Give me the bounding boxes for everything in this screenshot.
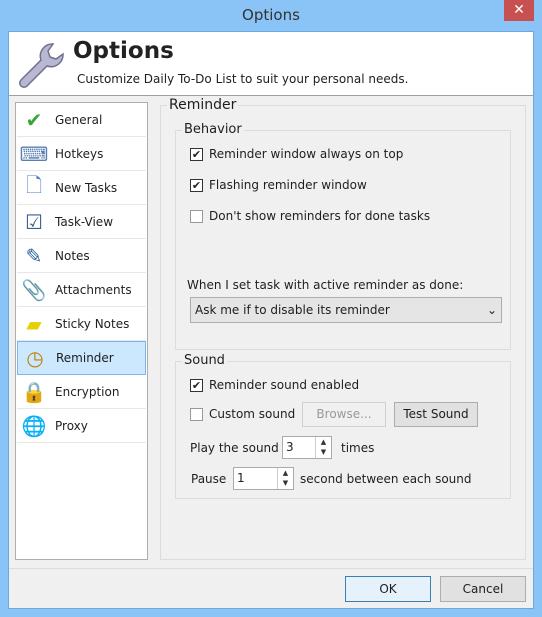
test-sound-button[interactable]: Test Sound [394,402,478,427]
pause-unit: second between each sound [300,472,472,486]
dialog-client: Options Customize Daily To-Do List to su… [8,31,534,609]
done-action-value: Ask me if to disable its reminder [195,303,390,317]
close-button[interactable]: ✕ [504,0,534,21]
globe-icon: 🌐 [21,413,47,438]
lock-icon: 🔒 [21,379,47,404]
custom-sound-checkbox[interactable]: Custom sound [190,407,295,421]
sidebar-item-new-tasks[interactable]: 🗋 New Tasks [17,171,146,205]
checkbox-box[interactable] [190,209,203,223]
play-unit: times [341,441,375,455]
sidebar-item-label: New Tasks [55,180,118,195]
pause-label: Pause [191,472,227,486]
footer: OK Cancel [9,568,533,609]
behavior-option-checkbox[interactable]: Don't show reminders for done tasks [190,209,430,223]
sidebar-item-proxy[interactable]: 🌐 Proxy [17,409,146,443]
notes-icon: ✎ [25,243,43,268]
panel-title: Reminder [167,97,239,113]
checkbox-label: Reminder sound enabled [209,378,360,392]
play-count-value[interactable]: 3 [283,437,315,458]
sidebar-item-label: Encryption [55,384,120,399]
task-view-icon: ☑ [25,209,43,234]
behavior-option-checkbox[interactable]: ✔ Reminder window always on top [190,147,403,161]
sidebar-item-task-view[interactable]: ☑ Task-View [17,205,146,239]
play-label: Play the sound [190,441,279,455]
sidebar-item-label: Hotkeys [55,146,104,161]
checkbox-label: Custom sound [209,407,296,421]
page-title: Options [73,38,174,64]
keyboard-icon: ⌨ [19,141,49,166]
sidebar-item-label: Reminder [56,351,114,365]
sidebar-item-label: Notes [55,248,90,263]
sidebar-item-label: Sticky Notes [55,316,130,331]
wrench-icon [19,43,64,88]
ok-button[interactable]: OK [345,576,431,602]
cancel-button[interactable]: Cancel [440,576,526,602]
sound-title: Sound [182,353,227,368]
checkbox-label: Don't show reminders for done tasks [209,209,431,223]
sidebar-item-notes[interactable]: ✎ Notes [17,239,146,273]
checkbox-label: Reminder window always on top [209,147,404,161]
sidebar-item-label: Attachments [55,282,132,297]
sidebar-item-general[interactable]: ✔ General [17,103,146,137]
reminder-panel: Reminder Behavior ✔ Reminder window alway… [160,97,526,560]
checkbox-box[interactable]: ✔ [190,147,203,161]
sidebar-item-hotkeys[interactable]: ⌨ Hotkeys [17,137,146,171]
checkbox-box[interactable] [190,407,203,421]
sound-enabled-checkbox[interactable]: ✔ Reminder sound enabled [190,378,359,392]
browse-button[interactable]: Browse... [302,402,386,427]
checkbox-label: Flashing reminder window [209,178,367,192]
header: Options Customize Daily To-Do List to su… [9,32,533,96]
sticky-note-icon: ▰ [26,311,42,336]
options-category-list: ✔ General ⌨ Hotkeys 🗋 New Tasks ☑ Task-View ✎ Not… [15,102,148,560]
checkmark-icon: ✔ [25,107,43,132]
spin-arrows-icon[interactable]: ▲ ▼ [315,437,331,458]
spin-arrows-icon[interactable]: ▲ ▼ [277,468,293,489]
sidebar-item-label: General [55,112,103,127]
pause-value[interactable]: 1 [234,468,277,489]
sidebar-item-encryption[interactable]: 🔒 Encryption [17,375,146,409]
play-count-stepper[interactable]: 3 ▲ ▼ [282,436,332,459]
paperclip-icon: 📎 [21,277,47,302]
title-bar: Options [242,6,300,24]
sidebar-item-label: Proxy [55,418,88,433]
sidebar-item-sticky-notes[interactable]: ▰ Sticky Notes [17,307,146,341]
sidebar-item-reminder[interactable]: ◷ Reminder [17,341,146,375]
behavior-group: Behavior ✔ Reminder window always on top ✔… [175,122,511,350]
behavior-title: Behavior [182,122,244,137]
page-subtitle: Customize Daily To-Do List to suit your … [77,72,409,86]
sidebar-item-attachments[interactable]: 📎 Attachments [17,273,146,307]
behavior-option-checkbox[interactable]: ✔ Flashing reminder window [190,178,367,192]
pause-stepper[interactable]: 1 ▲ ▼ [233,467,294,490]
checkbox-box[interactable]: ✔ [190,178,203,192]
sound-group: Sound ✔ Reminder sound enabled Custom sou… [175,353,511,499]
chevron-down-icon: ⌄ [486,303,497,317]
document-icon: 🗋 [25,172,43,197]
checkbox-box[interactable]: ✔ [190,378,203,392]
clock-icon: ◷ [26,346,44,370]
sidebar-item-label: Task-View [55,214,114,229]
done-label: When I set task with active reminder as … [187,278,464,292]
done-action-select[interactable]: Ask me if to disable its reminder ⌄ [190,297,502,323]
